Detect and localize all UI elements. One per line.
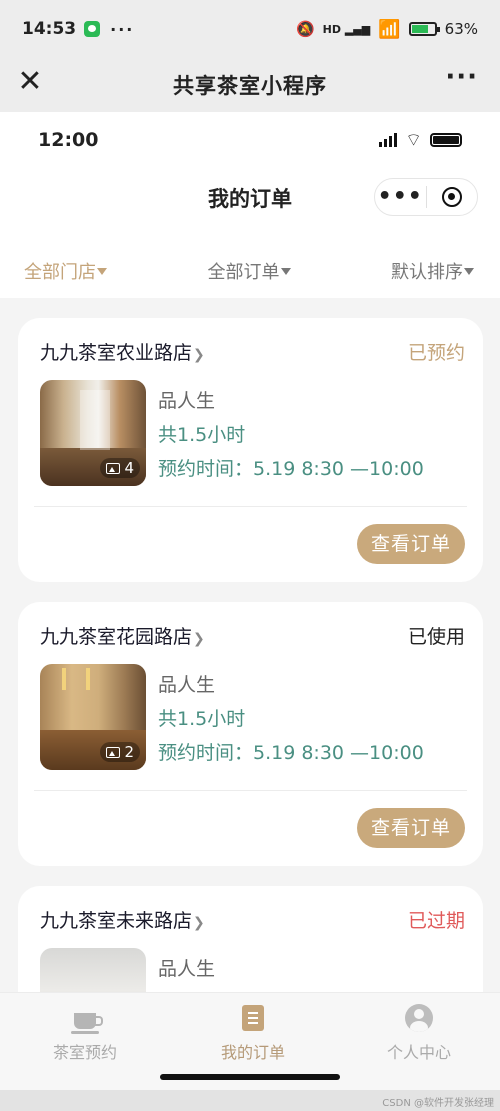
order-card[interactable]: 九九茶室花园路店❯ 已使用 2 品人生 共1.5小时 预约时间：5.19 8:3…	[18, 602, 483, 866]
tab-my-orders[interactable]: 我的订单	[170, 1001, 336, 1063]
tab-label: 茶室预约	[52, 1043, 117, 1062]
booking-time: 预约时间：5.19 8:30 —10:00	[158, 742, 424, 764]
app-screen: 12:00 ⌔ 我的订单 ••• 全部门店 全部订单 默认排序 九九茶室农业路店…	[0, 112, 500, 992]
page-title: 我的订单	[208, 187, 292, 211]
ios-status-bar: 12:00 ⌔	[0, 112, 500, 168]
battery-icon	[408, 22, 440, 36]
order-status: 已预约	[407, 342, 465, 364]
battery-percent: 63%	[444, 20, 478, 38]
photo-count-badge: 4	[100, 458, 140, 478]
wifi-icon: 📶	[378, 18, 401, 40]
filter-store[interactable]: 全部门店	[24, 258, 107, 284]
ios-time: 12:00	[38, 129, 99, 151]
miniprogram-title-bar: ✕ 共享茶室小程序 ···	[0, 58, 500, 112]
wechat-icon	[84, 21, 101, 37]
chevron-right-icon: ❯	[193, 347, 205, 363]
package-name: 品人生	[158, 674, 216, 696]
order-list: 九九茶室农业路店❯ 已预约 4 品人生 共1.5小时 预约时间：5.19 8:3…	[0, 298, 500, 992]
more-icon[interactable]: ···	[445, 62, 478, 92]
divider	[34, 790, 467, 791]
tab-label: 个人中心	[386, 1043, 451, 1062]
caret-down-icon	[464, 267, 474, 275]
chevron-right-icon: ❯	[193, 631, 205, 647]
target-icon	[441, 187, 462, 207]
order-card[interactable]: 九九茶室未来路店❯ 已过期 品人生	[18, 886, 483, 992]
hd-signal-icon: HD ▂▄▆	[322, 22, 371, 36]
package-name: 品人生	[158, 958, 216, 980]
caret-down-icon	[280, 267, 291, 275]
tab-profile[interactable]: 个人中心	[336, 1001, 500, 1063]
filter-bar: 全部门店 全部订单 默认排序	[0, 246, 500, 296]
battery-icon	[430, 133, 462, 147]
photo-count-badge: 2	[100, 742, 140, 762]
duration: 共1.5小时	[158, 708, 246, 730]
home-indicator[interactable]	[160, 1074, 340, 1080]
order-status: 已过期	[407, 910, 465, 932]
order-status: 已使用	[407, 626, 465, 648]
chevron-right-icon: ❯	[193, 915, 205, 931]
close-icon[interactable]: ✕	[16, 67, 44, 97]
package-name: 品人生	[158, 390, 216, 412]
order-doc-icon	[242, 1005, 264, 1031]
tea-room-photo[interactable]	[40, 948, 146, 992]
cellular-icon	[379, 133, 398, 147]
caret-down-icon	[97, 267, 107, 275]
capsule-close-button[interactable]	[427, 187, 478, 207]
tab-tea-booking[interactable]: 茶室预约	[2, 1001, 168, 1063]
mute-icon: 🔕	[295, 20, 315, 38]
tea-room-photo[interactable]: 4	[40, 380, 146, 486]
store-name[interactable]: 九九茶室花园路店❯	[40, 622, 205, 649]
store-name[interactable]: 九九茶室未来路店❯	[40, 906, 205, 933]
duration: 共1.5小时	[158, 424, 246, 446]
view-order-button[interactable]: 查看订单	[357, 808, 465, 848]
store-name[interactable]: 九九茶室农业路店❯	[40, 338, 205, 365]
order-info: 品人生 共1.5小时 预约时间：5.19 8:30 —10:00	[158, 668, 424, 770]
nav-bar: 我的订单 •••	[0, 168, 500, 228]
miniprogram-title: 共享茶室小程序	[173, 74, 327, 98]
ios-indicators: ⌔	[379, 129, 462, 152]
image-icon	[106, 462, 121, 474]
android-status-bar: 14:53 ··· 🔕 HD ▂▄▆ 📶 63%	[0, 0, 500, 58]
image-icon	[106, 746, 121, 758]
tab-label: 我的订单	[220, 1043, 285, 1062]
divider	[34, 506, 467, 507]
notification-more-icon: ···	[110, 19, 135, 39]
tea-room-photo[interactable]: 2	[40, 664, 146, 770]
wifi-icon: ⌔	[405, 129, 422, 151]
booking-time: 预约时间：5.19 8:30 —10:00	[158, 458, 424, 480]
capsule-more-icon[interactable]: •••	[375, 186, 426, 208]
order-card[interactable]: 九九茶室农业路店❯ 已预约 4 品人生 共1.5小时 预约时间：5.19 8:3…	[18, 318, 483, 582]
filter-sort[interactable]: 默认排序	[391, 258, 474, 284]
watermark: CSDN @软件开发张经理	[382, 1098, 494, 1109]
person-icon	[405, 1004, 433, 1032]
order-info: 品人生	[158, 952, 215, 986]
order-info: 品人生 共1.5小时 预约时间：5.19 8:30 —10:00	[158, 384, 424, 486]
system-indicators: 🔕 HD ▂▄▆ 📶 63%	[296, 19, 478, 40]
filter-order-type[interactable]: 全部订单	[208, 258, 291, 284]
menu-capsule: •••	[374, 178, 478, 216]
system-time: 14:53	[22, 19, 77, 39]
tea-cup-icon	[71, 1013, 103, 1034]
view-order-button[interactable]: 查看订单	[357, 524, 465, 564]
